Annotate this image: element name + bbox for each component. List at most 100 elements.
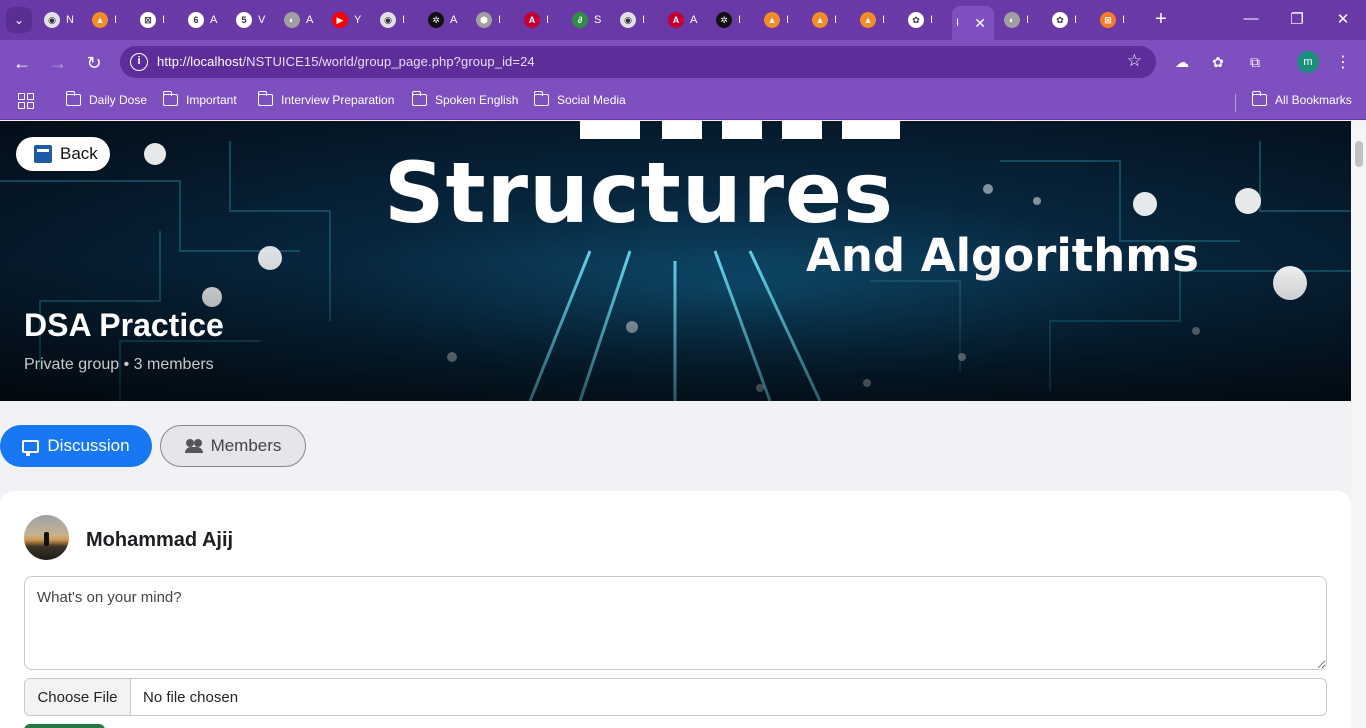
create-post-card: Mohammad Ajij Choose File No file chosen (0, 491, 1351, 728)
chrome-icon: ◉ (620, 12, 636, 28)
bookmark-star-icon[interactable]: ☆ (1127, 51, 1142, 71)
xampp-icon: ⊠ (1100, 12, 1116, 28)
page-viewport: Structures And Algorithms Back DSA Pract… (0, 121, 1351, 728)
browser-tab[interactable]: ◉ I (376, 7, 420, 33)
globe-icon: ◐ (284, 12, 300, 28)
scrollbar-thumb[interactable] (1355, 141, 1363, 167)
restore-icon[interactable]: ❐ (1287, 10, 1307, 28)
site-info-icon[interactable]: i (130, 53, 148, 71)
kebab-menu-icon[interactable]: ⋮ (1333, 52, 1353, 72)
tab-title: I (1122, 14, 1126, 26)
tab-title: Y (354, 14, 362, 26)
tab-title: V (258, 14, 266, 26)
browser-tab[interactable]: ▲ I (760, 7, 804, 33)
bookmark-folder-spoken-english[interactable]: Spoken English (411, 91, 518, 107)
browser-tab[interactable]: ▶ Y (328, 7, 372, 33)
browser-tab[interactable]: ⬢ I (472, 7, 516, 33)
reload-icon[interactable]: ↻ (82, 51, 106, 75)
tab-title: N (66, 14, 74, 26)
profile-avatar[interactable]: m (1297, 51, 1319, 73)
tab-title: A (690, 14, 698, 26)
folder-icon (533, 91, 549, 106)
tab-title: A (450, 14, 458, 26)
browser-tab[interactable]: ▲ I (856, 7, 900, 33)
forward-arrow-icon[interactable]: → (46, 51, 70, 75)
tab-title: I (546, 14, 550, 26)
bookmark-folder-important[interactable]: Important (162, 91, 237, 107)
new-tab-button[interactable]: + (1150, 8, 1172, 31)
back-label: Back (60, 144, 98, 163)
browser-tab[interactable]: ⊠ I (136, 7, 180, 33)
browser-tab[interactable]: ◐ A (280, 7, 324, 33)
browser-tab[interactable]: 5V (232, 7, 276, 33)
extension-app-icon[interactable]: ✿ (1208, 52, 1228, 72)
circle-6-icon: 6 (188, 12, 204, 28)
tab-title: I (956, 17, 960, 29)
chrome-icon: ◉ (44, 12, 60, 28)
extensions-puzzle-icon[interactable]: ⧉ (1245, 52, 1265, 72)
post-textarea[interactable] (24, 576, 1327, 670)
browser-tab[interactable]: ∂ S (568, 7, 612, 33)
tab-title: A (210, 14, 218, 26)
app-icon: ✿ (908, 12, 924, 28)
browser-tab[interactable]: AA (664, 7, 708, 33)
apps-grid-icon[interactable] (18, 93, 34, 109)
browser-tab[interactable]: ◉ I (616, 7, 660, 33)
tab-members[interactable]: Members (160, 425, 306, 467)
browser-tab[interactable]: ▲ I (808, 7, 852, 33)
extension-cloud-icon[interactable]: ☁ (1172, 52, 1192, 72)
tesla-icon: ▲ (764, 12, 780, 28)
browser-tab-strip: ⌄ ◉ N ▲ I ⊠ I 6 A 5 V ◐ A ▶ Y ◉ I ✲ A ⬢ I A I ∂ S ◉ I A A ✲ I ▲ I ▲ I ▲ I ✿ I… (0, 0, 1366, 40)
browser-tab[interactable]: ✲ A (424, 7, 468, 33)
grid-app-icon: ⊠ (140, 12, 156, 28)
tab-title: S (594, 14, 602, 26)
browser-tab-active[interactable]: I ✕ (952, 6, 994, 40)
tab-title: A (306, 14, 314, 26)
browser-tab[interactable]: ✿ I (1048, 7, 1092, 33)
chat-icon (22, 439, 40, 456)
browser-tab[interactable]: ⊠ I (1096, 7, 1140, 33)
address-bar[interactable]: i http://localhost/NSTUICE15/world/group… (120, 46, 1156, 78)
tab-title: I (834, 14, 838, 26)
page-scrollbar[interactable] (1351, 121, 1366, 728)
back-icon (34, 145, 52, 163)
browser-tab[interactable]: AI (520, 7, 564, 33)
bookmark-folder-interview-preparation[interactable]: Interview Preparation (257, 91, 394, 107)
choose-file-button[interactable]: Choose File (25, 679, 131, 715)
tab-discussion[interactable]: Discussion (0, 425, 152, 467)
back-arrow-icon[interactable]: ← (10, 51, 34, 75)
browser-tab[interactable]: ◐ I (1000, 7, 1044, 33)
all-bookmarks-folder[interactable]: All Bookmarks (1251, 91, 1352, 107)
browser-tab[interactable]: ▲ I (88, 7, 132, 33)
bookmark-folder-daily-dose[interactable]: Daily Dose (65, 91, 147, 107)
url-text[interactable]: http://localhost/NSTUICE15/world/group_p… (157, 54, 535, 69)
browser-tab[interactable]: ✿ I (904, 7, 948, 33)
minimize-icon[interactable]: — (1241, 10, 1261, 27)
group-meta: Private group • 3 members (24, 356, 214, 373)
circle-5-icon: 5 (236, 12, 252, 28)
user-avatar (24, 515, 69, 560)
people-icon (184, 439, 203, 453)
browser-tab[interactable]: 6A (184, 7, 228, 33)
folder-icon (65, 91, 81, 106)
post-submit-button[interactable] (24, 724, 105, 728)
globe-icon: ◐ (1004, 12, 1020, 28)
tab-discussion-label: Discussion (47, 436, 130, 455)
tab-search-button[interactable]: ⌄ (6, 7, 32, 33)
browser-tab[interactable]: ◉ N (40, 7, 84, 33)
folder-icon (257, 91, 273, 106)
bookmark-folder-social-media[interactable]: Social Media (533, 91, 626, 107)
tesla-icon: ▲ (92, 12, 108, 28)
openai-icon: ✲ (716, 12, 732, 28)
tab-title: I (642, 14, 646, 26)
file-input[interactable]: Choose File No file chosen (24, 678, 1327, 716)
banner-title-structures: Structures (384, 144, 895, 242)
tab-title: I (882, 14, 886, 26)
tab-title: I (1074, 14, 1078, 26)
folder-icon (162, 91, 178, 106)
browser-tab[interactable]: ✲ I (712, 7, 756, 33)
close-window-icon[interactable]: ✕ (1333, 10, 1353, 28)
back-button[interactable]: Back (16, 137, 110, 171)
close-tab-icon[interactable]: ✕ (974, 15, 986, 32)
tab-title: I (162, 14, 166, 26)
